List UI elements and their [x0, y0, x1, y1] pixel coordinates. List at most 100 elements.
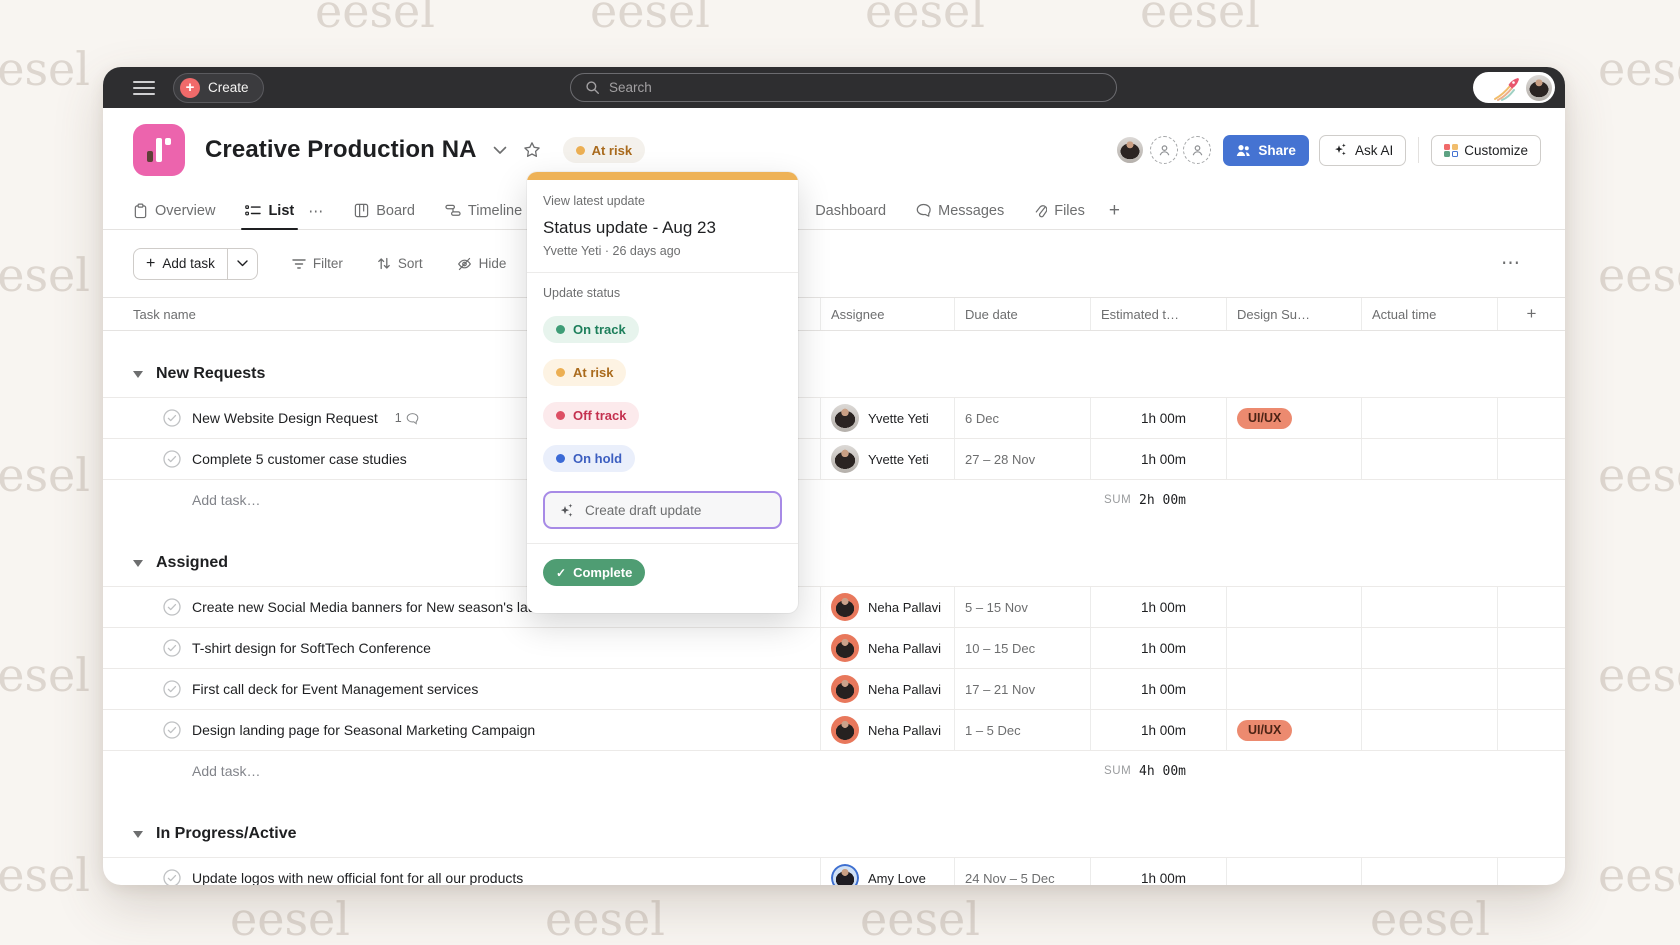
collapse-triangle-icon[interactable] [133, 560, 143, 567]
assignee-cell[interactable]: Neha Pallavi [820, 587, 954, 627]
check-circle-icon[interactable] [163, 869, 181, 885]
design-tag-cell[interactable] [1226, 858, 1361, 885]
actual-time-cell[interactable] [1361, 587, 1497, 627]
status-option-on-hold[interactable]: On hold [543, 445, 635, 472]
add-task-button[interactable]: + Add task [134, 249, 227, 279]
actual-time-cell[interactable] [1361, 628, 1497, 668]
design-tag-cell[interactable] [1226, 587, 1361, 627]
column-header-estimated[interactable]: Estimated t… [1090, 298, 1226, 330]
status-badge[interactable]: At risk [563, 137, 645, 163]
check-circle-icon[interactable] [163, 721, 181, 739]
add-column-button[interactable]: + [1497, 298, 1565, 330]
tab-messages[interactable]: Messages [916, 192, 1004, 229]
actual-time-cell[interactable] [1361, 669, 1497, 709]
status-option-complete[interactable]: ✓ Complete [543, 559, 645, 586]
estimated-time-cell[interactable]: 1h 00m [1090, 858, 1226, 885]
assignee-cell[interactable]: Yvette Yeti [820, 439, 954, 479]
check-circle-icon[interactable] [163, 598, 181, 616]
hide-button[interactable]: Hide [457, 256, 507, 271]
design-tag-cell[interactable]: UI/UX [1226, 398, 1361, 438]
tab-list[interactable]: List [245, 192, 294, 229]
assignee-cell[interactable]: Neha Pallavi [820, 628, 954, 668]
task-name-cell[interactable]: First call deck for Event Management ser… [103, 669, 820, 709]
tag-pill: UI/UX [1237, 720, 1292, 741]
toolbar-more-icon[interactable]: ⋯ [1501, 252, 1521, 275]
due-date-cell[interactable]: 27 – 28 Nov [954, 439, 1090, 479]
check-circle-icon[interactable] [163, 409, 181, 427]
sort-button[interactable]: Sort [377, 256, 423, 271]
status-option-on-track[interactable]: On track [543, 316, 639, 343]
tab-files[interactable]: Files [1034, 192, 1085, 229]
design-tag-cell[interactable] [1226, 439, 1361, 479]
due-date-cell[interactable]: 10 – 15 Dec [954, 628, 1090, 668]
hamburger-menu-icon[interactable] [133, 81, 155, 95]
design-tag-cell[interactable]: UI/UX [1226, 710, 1361, 750]
estimated-time-cell[interactable]: 1h 00m [1090, 398, 1226, 438]
design-tag-cell[interactable] [1226, 628, 1361, 668]
invite-member-placeholder[interactable] [1183, 136, 1211, 164]
design-tag-cell[interactable] [1226, 669, 1361, 709]
project-icon[interactable] [133, 124, 185, 176]
estimated-time-cell[interactable]: 1h 00m [1090, 669, 1226, 709]
assignee-cell[interactable]: Amy Love [820, 858, 954, 885]
collapse-triangle-icon[interactable] [133, 831, 143, 838]
section-title[interactable]: Assigned [156, 554, 228, 572]
customize-button[interactable]: Customize [1431, 135, 1541, 166]
column-header-due-date[interactable]: Due date [954, 298, 1090, 330]
check-circle-icon[interactable] [163, 450, 181, 468]
estimated-time-cell[interactable]: 1h 00m [1090, 628, 1226, 668]
check-circle-icon[interactable] [163, 639, 181, 657]
add-task-caret-button[interactable] [227, 249, 257, 279]
filter-button[interactable]: Filter [292, 256, 343, 271]
actual-time-cell[interactable] [1361, 858, 1497, 885]
column-header-actual[interactable]: Actual time [1361, 298, 1497, 330]
account-pill[interactable] [1473, 72, 1555, 103]
tab-board[interactable]: Board [354, 192, 415, 229]
invite-member-placeholder[interactable] [1150, 136, 1178, 164]
column-header-design[interactable]: Design Su… [1226, 298, 1361, 330]
column-header-assignee[interactable]: Assignee [820, 298, 954, 330]
view-tabs: Overview List ⋯ Board Timeline Dashboard… [103, 192, 1565, 230]
due-date-cell[interactable]: 24 Nov – 5 Dec [954, 858, 1090, 885]
task-name-cell[interactable]: Design landing page for Seasonal Marketi… [103, 710, 820, 750]
section-title[interactable]: In Progress/Active [156, 825, 297, 843]
due-date-cell[interactable]: 5 – 15 Nov [954, 587, 1090, 627]
search-input[interactable]: Search [570, 73, 1117, 102]
status-option-off-track[interactable]: Off track [543, 402, 639, 429]
assignee-cell[interactable]: Yvette Yeti [820, 398, 954, 438]
assignee-cell[interactable]: Neha Pallavi [820, 669, 954, 709]
favorite-star-icon[interactable] [523, 141, 541, 159]
actual-time-cell[interactable] [1361, 439, 1497, 479]
estimated-time-cell[interactable]: 1h 00m [1090, 710, 1226, 750]
create-button[interactable]: + Create [173, 73, 264, 103]
section-title[interactable]: New Requests [156, 365, 265, 383]
status-option-at-risk[interactable]: At risk [543, 359, 626, 386]
due-date-cell[interactable]: 1 – 5 Dec [954, 710, 1090, 750]
task-name: First call deck for Event Management ser… [192, 681, 478, 697]
add-task-inline[interactable]: Add task… [103, 751, 820, 791]
check-circle-icon[interactable] [163, 680, 181, 698]
member-avatar[interactable] [1115, 135, 1145, 165]
due-date-cell[interactable]: 17 – 21 Nov [954, 669, 1090, 709]
estimated-time-cell[interactable]: 1h 00m [1090, 587, 1226, 627]
estimated-time-cell[interactable]: 1h 00m [1090, 439, 1226, 479]
assignee-cell[interactable]: Neha Pallavi [820, 710, 954, 750]
task-name-cell[interactable]: T-shirt design for SoftTech Conference [103, 628, 820, 668]
actual-time-cell[interactable] [1361, 710, 1497, 750]
ask-ai-button[interactable]: Ask AI [1319, 135, 1406, 166]
add-view-button[interactable]: + [1109, 200, 1120, 222]
due-date-cell[interactable]: 6 Dec [954, 398, 1090, 438]
list-tab-more-icon[interactable]: ⋯ [308, 202, 324, 220]
share-button[interactable]: Share [1223, 135, 1309, 166]
avatar[interactable] [1526, 75, 1552, 101]
tab-overview[interactable]: Overview [133, 192, 215, 229]
create-draft-update-button[interactable]: Create draft update [543, 491, 782, 529]
latest-update-title[interactable]: Status update - Aug 23 [543, 218, 782, 238]
task-name-cell[interactable]: Update logos with new official font for … [103, 858, 820, 885]
actual-time-cell[interactable] [1361, 398, 1497, 438]
tab-dashboard[interactable]: Dashboard [815, 192, 886, 229]
chevron-down-icon[interactable] [493, 146, 507, 155]
section-header-assigned: Assigned [103, 520, 1565, 586]
tab-timeline[interactable]: Timeline [445, 192, 522, 229]
collapse-triangle-icon[interactable] [133, 371, 143, 378]
